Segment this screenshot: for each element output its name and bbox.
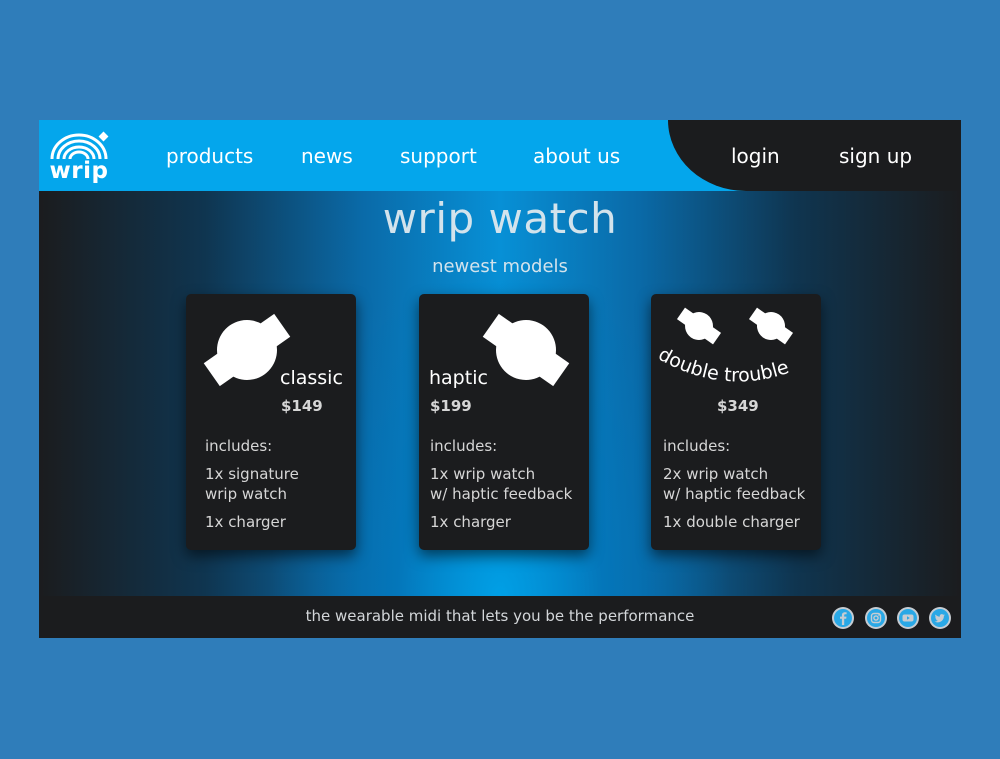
navbar: wrip products news support about us logi… <box>39 120 961 191</box>
product-card-haptic[interactable]: haptic $199 includes: 1x wrip watch w/ h… <box>419 294 589 550</box>
product-name: haptic <box>429 367 488 389</box>
product-name: classic <box>280 367 343 389</box>
instagram-icon[interactable] <box>865 607 887 629</box>
watch-icon <box>676 307 722 345</box>
footer-tagline: the wearable midi that lets you be the p… <box>305 607 695 625</box>
watch-icon <box>482 313 570 387</box>
watch-icon <box>748 307 794 345</box>
include-item: 1x double charger <box>663 513 800 531</box>
account-area: login sign up <box>668 120 961 191</box>
include-item: 1x charger <box>205 513 286 531</box>
youtube-icon[interactable] <box>897 607 919 629</box>
hero-subtitle: newest models <box>432 256 568 277</box>
includes-label: includes: <box>205 437 273 455</box>
include-item: w/ haptic feedback <box>663 485 806 503</box>
nav-about-us[interactable]: about us <box>533 144 620 168</box>
signup-link[interactable]: sign up <box>839 144 912 168</box>
logo[interactable]: wrip <box>48 129 110 184</box>
product-card-classic[interactable]: classic $149 includes: 1x signature wrip… <box>186 294 356 550</box>
includes-label: includes: <box>430 437 498 455</box>
include-item: 1x charger <box>430 513 511 531</box>
nav-news[interactable]: news <box>301 144 353 168</box>
site-frame: wrip products news support about us logi… <box>39 120 961 638</box>
footer: the wearable midi that lets you be the p… <box>39 596 961 638</box>
nav-products[interactable]: products <box>166 144 253 168</box>
product-price: $349 <box>717 397 759 415</box>
include-item: 2x wrip watch <box>663 465 769 483</box>
nav-support[interactable]: support <box>400 144 477 168</box>
twitter-icon[interactable] <box>929 607 951 629</box>
logo-text: wrip <box>49 158 109 184</box>
hero-title: wrip watch <box>382 194 618 243</box>
login-link[interactable]: login <box>731 144 780 168</box>
svg-text:double trouble: double trouble <box>655 346 792 387</box>
include-item: 1x wrip watch <box>430 465 536 483</box>
product-price: $149 <box>281 397 323 415</box>
include-item: w/ haptic feedback <box>430 485 573 503</box>
facebook-icon[interactable] <box>832 607 854 629</box>
product-name: double trouble <box>655 346 792 387</box>
includes-label: includes: <box>663 437 731 455</box>
include-item: 1x signature <box>205 465 299 483</box>
product-card-double-trouble[interactable]: double trouble $349 includes: 2x wrip wa… <box>651 294 821 550</box>
product-price: $199 <box>430 397 472 415</box>
include-item: wrip watch <box>205 485 287 503</box>
